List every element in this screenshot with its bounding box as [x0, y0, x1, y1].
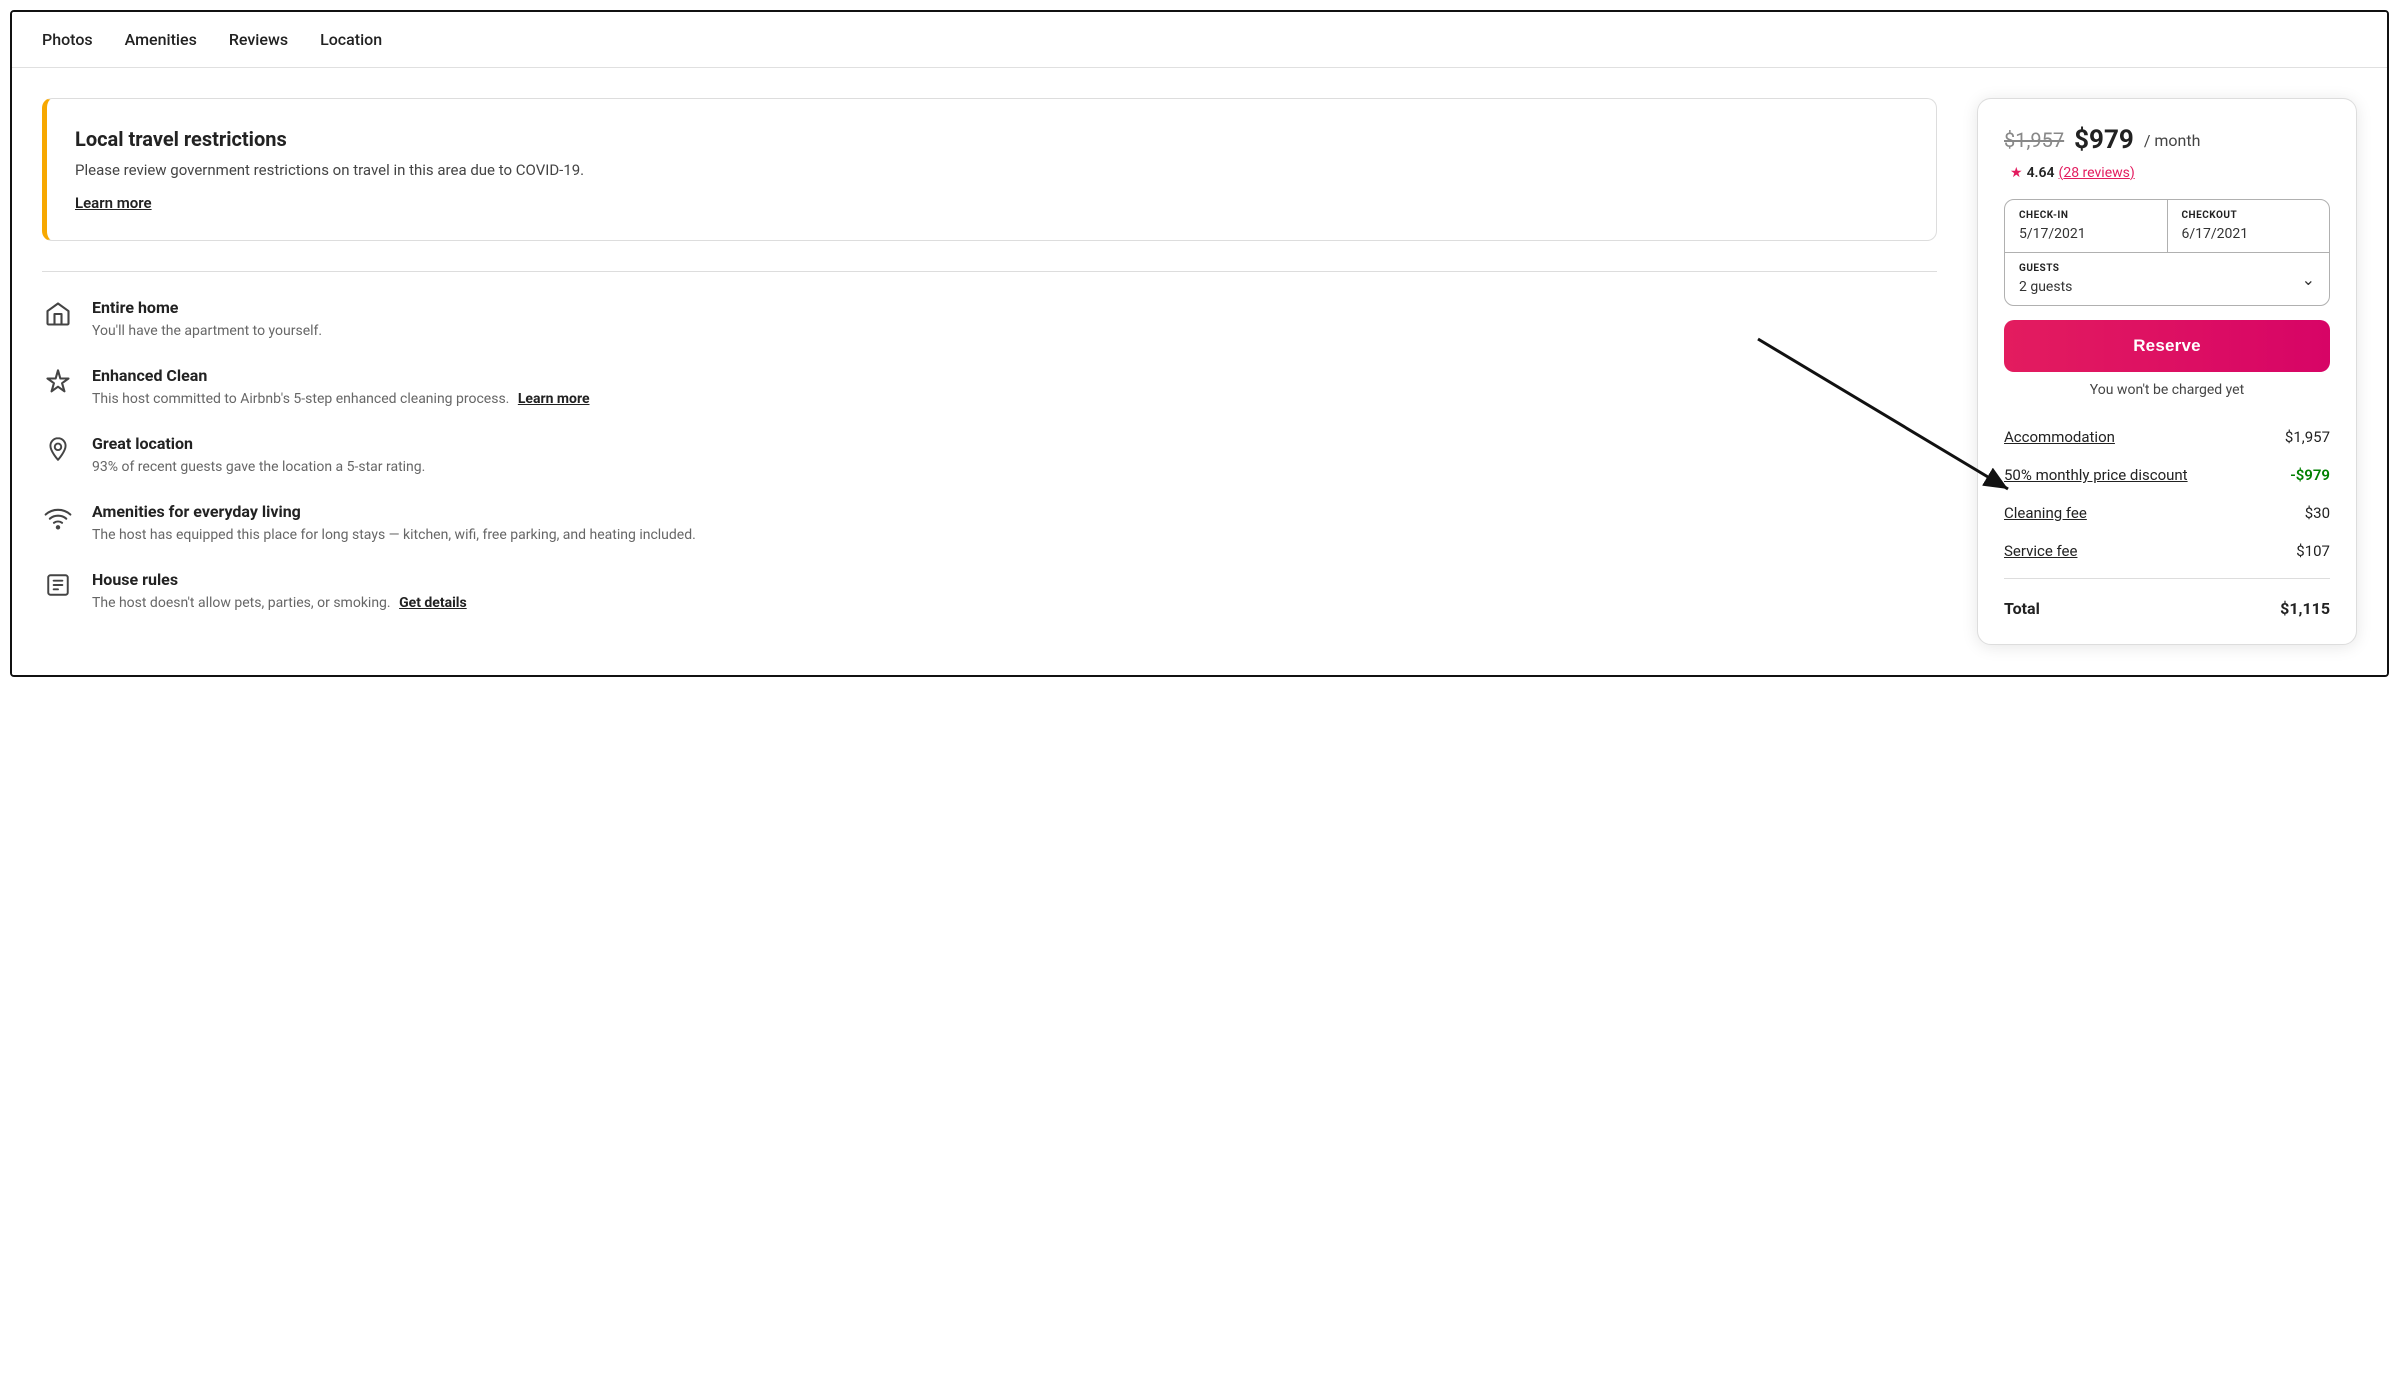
feature-entire-home: Entire home You'll have the apartment to…: [42, 298, 1937, 342]
feature-entire-home-text: Entire home You'll have the apartment to…: [92, 298, 322, 342]
rating-value: 4.64: [2027, 165, 2055, 181]
checkout-value: 6/17/2021: [2182, 226, 2249, 242]
feature-amenities-title: Amenities for everyday living: [92, 502, 696, 521]
cleaning-fee-amount: $30: [2305, 504, 2330, 522]
service-fee-label[interactable]: Service fee: [2004, 542, 2077, 560]
checkin-cell[interactable]: CHECK-IN 5/17/2021: [2005, 200, 2168, 252]
accommodation-line: Accommodation $1,957: [2004, 418, 2330, 456]
service-line: Service fee $107: [2004, 532, 2330, 570]
guest-info: GUESTS 2 guests: [2019, 263, 2072, 295]
feature-great-location-desc: 93% of recent guests gave the location a…: [92, 457, 425, 478]
nav-photos[interactable]: Photos: [42, 30, 93, 49]
feature-great-location-title: Great location: [92, 434, 425, 453]
reserve-button[interactable]: Reserve: [2004, 320, 2330, 372]
discount-label[interactable]: 50% monthly price discount: [2004, 466, 2188, 484]
right-column: $1,957 $979 / month ★ 4.64 (28 reviews) …: [1977, 98, 2357, 645]
checkout-label: CHECKOUT: [2182, 210, 2316, 221]
accommodation-label[interactable]: Accommodation: [2004, 428, 2115, 446]
cleaning-line: Cleaning fee $30: [2004, 494, 2330, 532]
original-price: $1,957: [2004, 128, 2064, 152]
feature-enhanced-clean-text: Enhanced Clean This host committed to Ai…: [92, 366, 590, 410]
feature-amenities: Amenities for everyday living The host h…: [42, 502, 1937, 546]
discount-line: 50% monthly price discount -$979: [2004, 456, 2330, 494]
rules-icon: [42, 572, 74, 604]
restriction-title: Local travel restrictions: [75, 127, 1908, 151]
feature-list: Entire home You'll have the apartment to…: [42, 298, 1937, 614]
nav-location[interactable]: Location: [320, 30, 382, 49]
total-amount: $1,115: [2280, 599, 2330, 618]
feature-entire-home-desc: You'll have the apartment to yourself.: [92, 321, 322, 342]
feature-enhanced-clean: Enhanced Clean This host committed to Ai…: [42, 366, 1937, 410]
feature-great-location: Great location 93% of recent guests gave…: [42, 434, 1937, 478]
rating-badge: ★ 4.64 (28 reviews): [2010, 165, 2135, 181]
feature-house-rules: House rules The host doesn't allow pets,…: [42, 570, 1937, 614]
home-icon: [42, 300, 74, 334]
feature-house-rules-desc: The host doesn't allow pets, parties, or…: [92, 593, 467, 614]
chevron-down-icon: ⌄: [2302, 270, 2315, 289]
total-label: Total: [2004, 599, 2040, 618]
top-navigation: Photos Amenities Reviews Location: [12, 12, 2387, 68]
guests-value: 2 guests: [2019, 279, 2072, 295]
feature-house-rules-text: House rules The host doesn't allow pets,…: [92, 570, 467, 614]
checkout-cell[interactable]: CHECKOUT 6/17/2021: [2168, 200, 2330, 252]
price-breakdown: Accommodation $1,957 50% monthly price d…: [2004, 418, 2330, 618]
sparkle-icon: [42, 368, 74, 402]
enhanced-clean-learn-more[interactable]: Learn more: [518, 391, 590, 407]
total-divider: [2004, 578, 2330, 579]
learn-more-link[interactable]: Learn more: [75, 194, 152, 212]
left-column: Local travel restrictions Please review …: [42, 98, 1937, 645]
checkin-label: CHECK-IN: [2019, 210, 2153, 221]
price-per-month: / month: [2144, 131, 2201, 150]
feature-enhanced-clean-desc: This host committed to Airbnb's 5-step e…: [92, 389, 590, 410]
discounted-price: $979: [2074, 125, 2134, 155]
service-fee-amount: $107: [2296, 542, 2330, 560]
feature-great-location-text: Great location 93% of recent guests gave…: [92, 434, 425, 478]
checkin-value: 5/17/2021: [2019, 226, 2086, 242]
restriction-description: Please review government restrictions on…: [75, 161, 1908, 179]
date-row: CHECK-IN 5/17/2021 CHECKOUT 6/17/2021: [2005, 200, 2329, 253]
get-details-link[interactable]: Get details: [399, 595, 467, 611]
discount-amount: -$979: [2290, 466, 2330, 484]
total-line: Total $1,115: [2004, 587, 2330, 618]
no-charge-text: You won't be charged yet: [2004, 382, 2330, 398]
guests-row[interactable]: GUESTS 2 guests ⌄: [2005, 253, 2329, 305]
restriction-banner: Local travel restrictions Please review …: [42, 98, 1937, 241]
date-guest-picker: CHECK-IN 5/17/2021 CHECKOUT 6/17/2021 GU…: [2004, 199, 2330, 306]
feature-entire-home-title: Entire home: [92, 298, 322, 317]
cleaning-fee-label[interactable]: Cleaning fee: [2004, 504, 2087, 522]
star-icon: ★: [2010, 165, 2023, 181]
wifi-icon: [42, 504, 74, 538]
feature-amenities-desc: The host has equipped this place for lon…: [92, 525, 696, 546]
booking-card: $1,957 $979 / month ★ 4.64 (28 reviews) …: [1977, 98, 2357, 645]
nav-amenities[interactable]: Amenities: [125, 30, 197, 49]
main-content: Local travel restrictions Please review …: [12, 68, 2387, 675]
guests-label: GUESTS: [2019, 263, 2072, 274]
location-pin-icon: [42, 436, 74, 468]
feature-enhanced-clean-title: Enhanced Clean: [92, 366, 590, 385]
accommodation-amount: $1,957: [2285, 428, 2330, 446]
nav-reviews[interactable]: Reviews: [229, 30, 288, 49]
section-divider: [42, 271, 1937, 272]
page-container: Photos Amenities Reviews Location Local …: [10, 10, 2389, 677]
feature-amenities-text: Amenities for everyday living The host h…: [92, 502, 696, 546]
reviews-link[interactable]: (28 reviews): [2059, 165, 2135, 181]
price-row: $1,957 $979 / month ★ 4.64 (28 reviews): [2004, 125, 2330, 181]
feature-house-rules-title: House rules: [92, 570, 467, 589]
